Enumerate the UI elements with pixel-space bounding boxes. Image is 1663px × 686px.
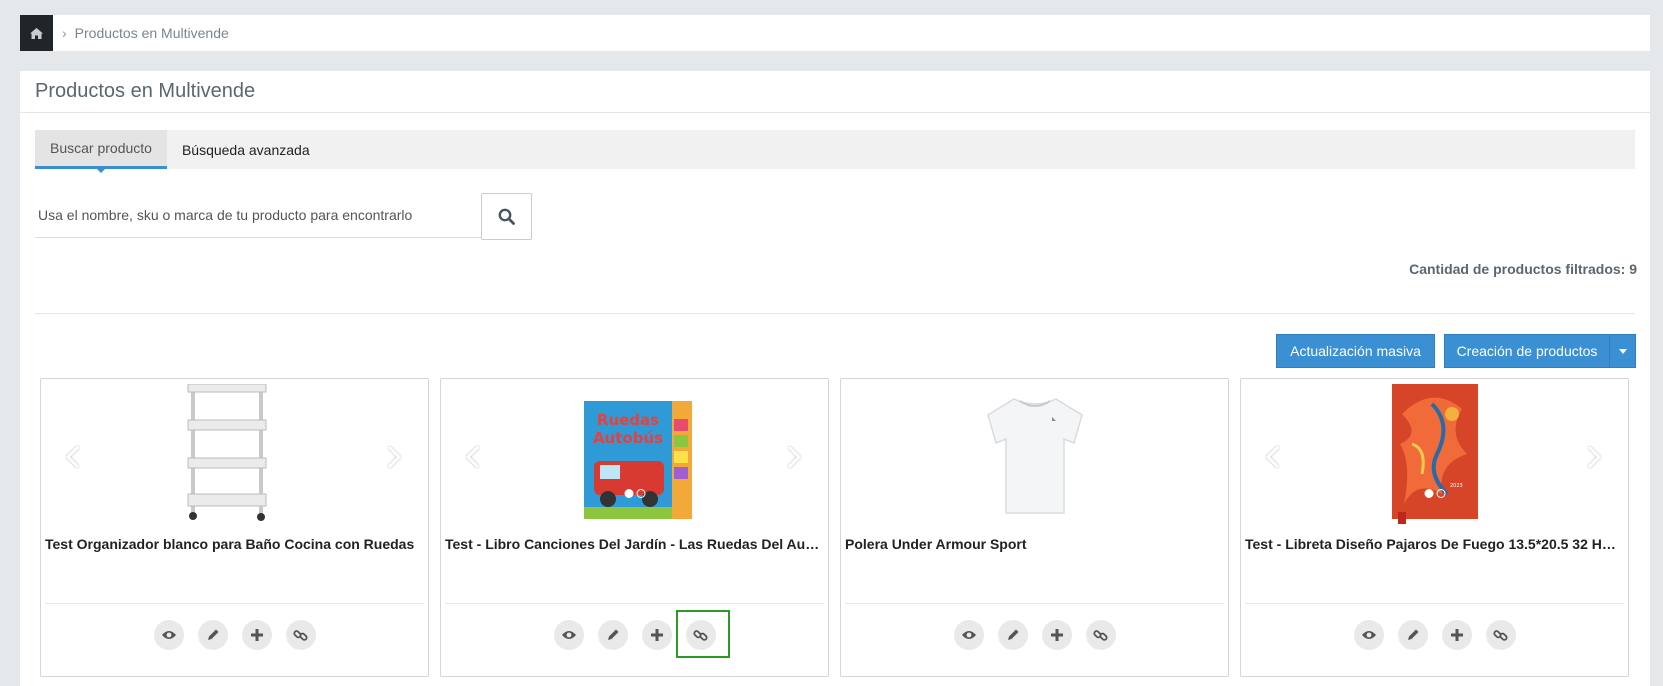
product-card: Test Organizador blanco para Baño Cocina… bbox=[40, 378, 429, 677]
card-divider bbox=[845, 603, 1224, 604]
carousel-prev-icon[interactable] bbox=[61, 444, 87, 470]
create-products-button[interactable]: Creación de productos bbox=[1444, 334, 1610, 368]
tab-buscar-producto[interactable]: Buscar producto bbox=[35, 130, 167, 173]
tab-busqueda-avanzada[interactable]: Búsqueda avanzada bbox=[167, 130, 325, 169]
add-product-button[interactable] bbox=[241, 620, 272, 650]
pencil-icon bbox=[1007, 629, 1018, 640]
pencil-icon bbox=[207, 629, 218, 640]
product-card: Ruedas Autobús Test - Libro Canciones De… bbox=[440, 378, 829, 677]
carousel-next-icon[interactable] bbox=[780, 444, 806, 470]
notebook-year: 2023 bbox=[1450, 483, 1463, 489]
carousel-dot[interactable] bbox=[1436, 489, 1445, 498]
tshirt-image bbox=[987, 398, 1083, 514]
edit-product-button[interactable] bbox=[197, 620, 228, 650]
divider bbox=[35, 313, 1635, 314]
carousel-dot[interactable] bbox=[624, 489, 633, 498]
eye-icon bbox=[561, 631, 576, 639]
product-card: Polera Under Armour Sport bbox=[840, 378, 1229, 677]
breadcrumb: › Productos en Multivende bbox=[20, 15, 1650, 51]
link-icon bbox=[1493, 629, 1508, 641]
add-product-button[interactable] bbox=[641, 620, 672, 650]
add-product-button[interactable] bbox=[1441, 620, 1472, 650]
filtered-count: Cantidad de productos filtrados: 9 bbox=[1409, 261, 1637, 277]
search-button[interactable] bbox=[481, 193, 532, 240]
view-product-button[interactable] bbox=[553, 620, 584, 650]
carousel-dot[interactable] bbox=[636, 489, 645, 498]
product-actions bbox=[41, 620, 428, 650]
view-product-button[interactable] bbox=[953, 620, 984, 650]
product-title: Polera Under Armour Sport bbox=[845, 536, 1027, 552]
book-cover-text: Ruedas bbox=[597, 411, 659, 429]
notebook-image: 2023 bbox=[1392, 384, 1478, 524]
carousel-prev-icon[interactable] bbox=[1261, 444, 1287, 470]
card-divider bbox=[1245, 603, 1624, 604]
pencil-icon bbox=[607, 629, 618, 640]
card-divider bbox=[445, 603, 824, 604]
eye-icon bbox=[1361, 631, 1376, 639]
carousel-dots bbox=[624, 489, 645, 498]
page-title: Productos en Multivende bbox=[20, 71, 1650, 113]
book-cover-image: Ruedas Autobús bbox=[584, 401, 692, 519]
search-tabs: Buscar producto Búsqueda avanzada bbox=[35, 130, 1635, 173]
product-actions bbox=[441, 610, 828, 658]
product-actions bbox=[1241, 620, 1628, 650]
link-product-button[interactable] bbox=[1085, 620, 1116, 650]
eye-icon bbox=[961, 631, 976, 639]
plus-icon bbox=[250, 629, 263, 641]
plus-icon bbox=[1050, 629, 1063, 641]
breadcrumb-separator: › bbox=[62, 25, 67, 41]
pencil-icon bbox=[1407, 629, 1418, 640]
search-icon bbox=[498, 208, 515, 225]
create-products-dropdown-button[interactable] bbox=[1609, 334, 1636, 368]
edit-product-button[interactable] bbox=[1397, 620, 1428, 650]
card-divider bbox=[45, 603, 424, 604]
link-icon bbox=[1093, 629, 1108, 641]
search-input[interactable] bbox=[35, 193, 482, 238]
edit-product-button[interactable] bbox=[597, 620, 628, 650]
product-image-carousel: 2023 bbox=[1241, 379, 1628, 524]
product-image-carousel: Ruedas Autobús bbox=[441, 379, 828, 524]
carousel-prev-icon[interactable] bbox=[461, 444, 487, 470]
breadcrumb-current: Productos en Multivende bbox=[74, 25, 229, 41]
carousel-next-icon[interactable] bbox=[1580, 444, 1606, 470]
svg-text:Autobús: Autobús bbox=[593, 429, 663, 447]
link-product-button[interactable] bbox=[675, 610, 730, 658]
link-product-button[interactable] bbox=[285, 620, 316, 650]
mass-update-button[interactable]: Actualización masiva bbox=[1276, 334, 1435, 368]
plus-icon bbox=[1450, 629, 1463, 641]
products-panel: Productos en Multivende Buscar producto … bbox=[20, 71, 1650, 686]
carousel-dots bbox=[1424, 489, 1445, 498]
shelf-cart-image bbox=[187, 384, 267, 521]
add-product-button[interactable] bbox=[1041, 620, 1072, 650]
product-title: Test - Libreta Diseño Pajaros De Fuego 1… bbox=[1245, 536, 1623, 552]
home-button[interactable] bbox=[20, 15, 53, 51]
product-title: Test Organizador blanco para Baño Cocina… bbox=[45, 536, 415, 552]
view-product-button[interactable] bbox=[153, 620, 184, 650]
product-image-carousel bbox=[841, 379, 1228, 524]
caret-down-icon bbox=[1618, 348, 1627, 354]
product-image-carousel bbox=[41, 379, 428, 524]
plus-icon bbox=[650, 629, 663, 641]
link-icon bbox=[293, 629, 308, 641]
edit-product-button[interactable] bbox=[997, 620, 1028, 650]
product-card: 2023 Test - Libreta Diseño Pajaros De Fu… bbox=[1240, 378, 1629, 677]
eye-icon bbox=[161, 631, 176, 639]
product-actions bbox=[841, 620, 1228, 650]
view-product-button[interactable] bbox=[1353, 620, 1384, 650]
home-icon bbox=[30, 27, 43, 39]
carousel-dot[interactable] bbox=[1424, 489, 1433, 498]
link-icon bbox=[693, 629, 708, 641]
product-title: Test - Libro Canciones Del Jardín - Las … bbox=[445, 536, 823, 552]
link-product-button[interactable] bbox=[1485, 620, 1516, 650]
carousel-next-icon[interactable] bbox=[380, 444, 406, 470]
